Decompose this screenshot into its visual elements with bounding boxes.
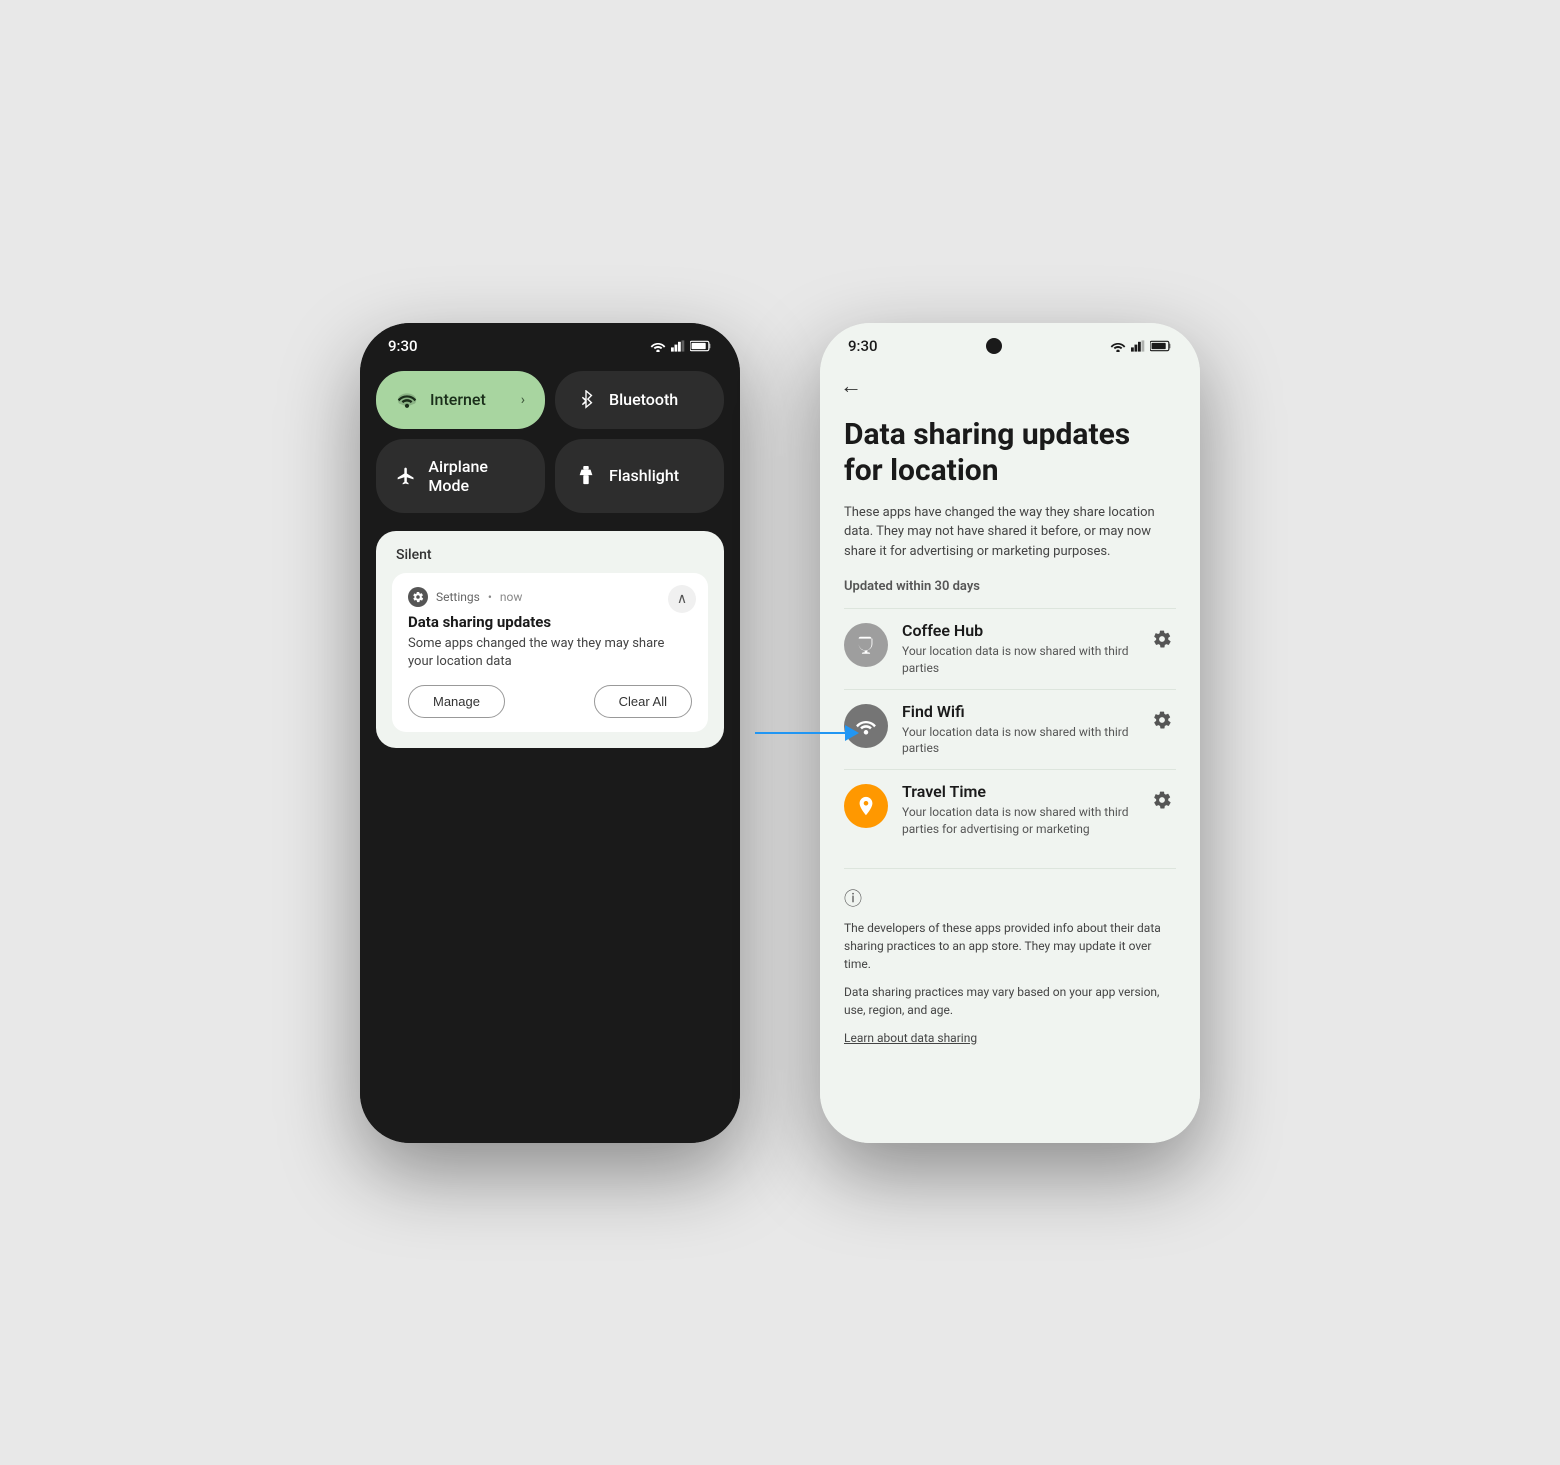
travel-time-icon xyxy=(844,784,888,828)
phone-1: 9:30 xyxy=(360,323,740,1143)
tile-internet[interactable]: Internet › xyxy=(376,371,545,429)
scene: 9:30 xyxy=(360,323,1200,1143)
status-bar-phone1: 9:30 xyxy=(360,323,740,363)
coffee-hub-name: Coffee Hub xyxy=(902,621,1134,640)
signal-icon xyxy=(671,340,685,352)
status-bar-phone2: 9:30 xyxy=(820,323,1200,363)
notif-title: Data sharing updates xyxy=(408,613,692,631)
page-title: Data sharing updates for location xyxy=(844,417,1176,489)
arrow-shaft xyxy=(755,732,845,734)
find-wifi-name: Find Wifi xyxy=(902,702,1134,721)
list-item: Travel Time Your location data is now sh… xyxy=(844,769,1176,850)
camera-cutout xyxy=(986,338,1002,354)
learn-link[interactable]: Learn about data sharing xyxy=(844,1031,977,1045)
travel-time-name: Travel Time xyxy=(902,782,1134,801)
silent-label: Silent xyxy=(392,547,708,563)
battery-icon-p2 xyxy=(1150,340,1172,352)
tile-flashlight[interactable]: Flashlight xyxy=(555,439,724,513)
flashlight-tile-label: Flashlight xyxy=(609,466,679,485)
list-item: Find Wifi Your location data is now shar… xyxy=(844,689,1176,770)
signal-icon-p2 xyxy=(1131,340,1145,352)
quick-tiles: Internet › Bluetooth xyxy=(360,363,740,521)
list-item: Coffee Hub Your location data is now sha… xyxy=(844,608,1176,689)
page-content: Data sharing updates for location These … xyxy=(820,407,1200,1143)
tile-airplane[interactable]: Airplane Mode xyxy=(376,439,545,513)
find-wifi-desc: Your location data is now shared with th… xyxy=(902,724,1134,758)
notif-actions: Manage Clear All xyxy=(408,685,692,718)
phone-2: 9:30 xyxy=(820,323,1200,1143)
bluetooth-tile-label: Bluetooth xyxy=(609,390,678,409)
bluetooth-tile-icon xyxy=(575,389,597,411)
notif-separator: • xyxy=(488,590,492,604)
page-subtitle: These apps have changed the way they sha… xyxy=(844,503,1176,562)
settings-app-icon xyxy=(408,587,428,607)
coffee-hub-info: Coffee Hub Your location data is now sha… xyxy=(902,621,1134,677)
coffee-hub-icon xyxy=(844,623,888,667)
back-button[interactable]: ← xyxy=(820,363,1200,407)
time-phone2: 9:30 xyxy=(848,337,878,355)
notif-time: now xyxy=(500,590,523,604)
find-wifi-info: Find Wifi Your location data is now shar… xyxy=(902,702,1134,758)
wifi-icon xyxy=(650,340,666,352)
travel-time-info: Travel Time Your location data is now sh… xyxy=(902,782,1134,838)
notif-expand-button[interactable]: ∧ xyxy=(668,585,696,613)
info-icon: ⓘ xyxy=(844,885,1176,911)
find-wifi-settings[interactable] xyxy=(1148,706,1176,739)
internet-chevron: › xyxy=(521,392,525,408)
info-text-2: Data sharing practices may vary based on… xyxy=(844,983,1176,1019)
coffee-hub-settings[interactable] xyxy=(1148,625,1176,658)
info-text-1: The developers of these apps provided in… xyxy=(844,919,1176,973)
airplane-tile-label: Airplane Mode xyxy=(428,457,525,495)
wifi-icon-p2 xyxy=(1110,340,1126,352)
travel-time-desc: Your location data is now shared with th… xyxy=(902,804,1134,838)
internet-tile-icon xyxy=(396,389,418,411)
travel-time-settings[interactable] xyxy=(1148,786,1176,819)
notif-body: Some apps changed the way they may share… xyxy=(408,635,692,671)
status-icons-phone1 xyxy=(650,340,712,352)
manage-button[interactable]: Manage xyxy=(408,685,505,718)
internet-tile-label: Internet xyxy=(430,390,486,409)
notif-app-name: Settings xyxy=(436,590,480,604)
section-label: Updated within 30 days xyxy=(844,579,1176,594)
clear-all-button[interactable]: Clear All xyxy=(594,685,692,718)
info-section: ⓘ The developers of these apps provided … xyxy=(844,868,1176,1046)
notif-header: Settings • now xyxy=(408,587,692,607)
status-icons-phone2 xyxy=(1110,340,1172,352)
connector-arrow xyxy=(755,725,859,741)
airplane-tile-icon xyxy=(396,465,416,487)
notification-card[interactable]: Settings • now ∧ Data sharing updates So… xyxy=(392,573,708,732)
battery-icon xyxy=(690,340,712,352)
coffee-hub-desc: Your location data is now shared with th… xyxy=(902,643,1134,677)
arrow-head xyxy=(845,725,859,741)
time-phone1: 9:30 xyxy=(388,337,418,355)
tile-bluetooth[interactable]: Bluetooth xyxy=(555,371,724,429)
flashlight-tile-icon xyxy=(575,465,597,487)
notification-panel: Silent Settings • now ∧ Data sharing xyxy=(376,531,724,748)
